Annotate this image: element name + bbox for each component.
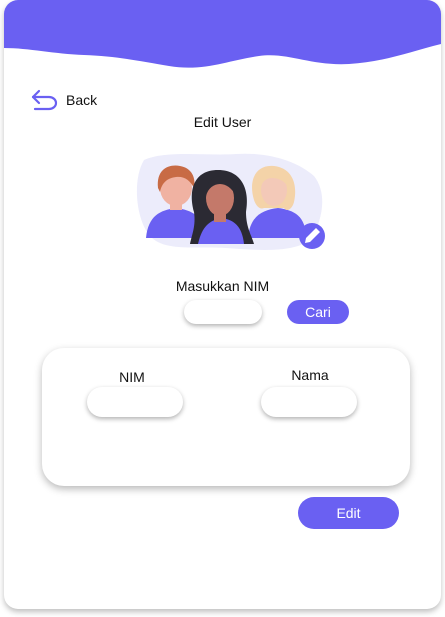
nim-search-input[interactable]: [184, 300, 262, 324]
search-button[interactable]: Cari: [287, 300, 349, 324]
users-illustration: [136, 153, 325, 250]
header-wave: [4, 0, 441, 68]
back-arrow-icon: [31, 89, 58, 111]
app-card: Back Edit User Masukkan NIM Cari NIM Nam…: [4, 0, 441, 609]
nama-field-label: Nama: [291, 367, 329, 383]
edit-button[interactable]: Edit: [298, 497, 399, 529]
nama-field[interactable]: [261, 387, 357, 417]
nim-field[interactable]: [87, 387, 183, 417]
pencil-icon[interactable]: [299, 223, 325, 249]
nim-field-label: NIM: [119, 369, 145, 385]
back-label: Back: [66, 92, 98, 108]
search-label: Masukkan NIM: [175, 278, 270, 294]
page-title: Edit User: [193, 114, 252, 130]
user-form-panel: NIM Nama: [42, 348, 410, 486]
back-button[interactable]: Back: [30, 88, 97, 112]
